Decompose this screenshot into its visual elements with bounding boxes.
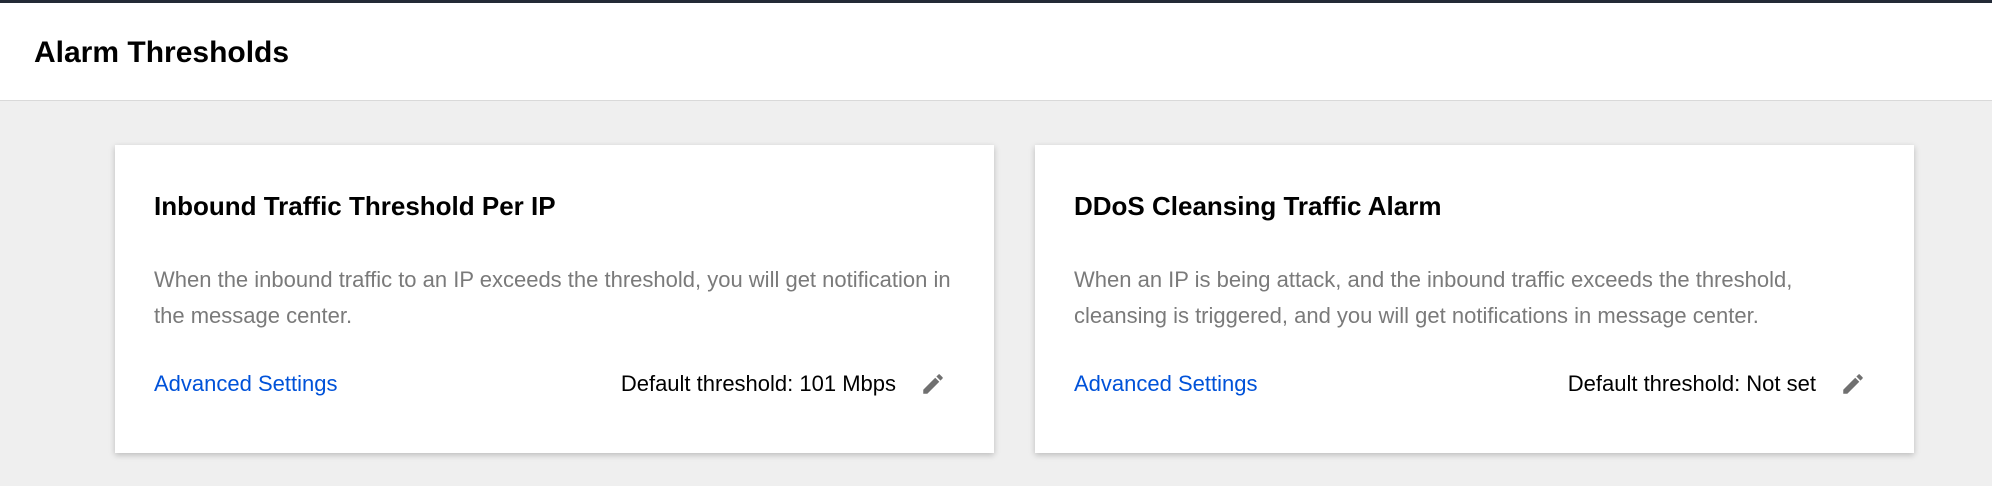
pencil-icon[interactable] — [920, 371, 946, 397]
advanced-settings-link[interactable]: Advanced Settings — [1074, 367, 1257, 401]
pencil-icon[interactable] — [1840, 371, 1866, 397]
page-title: Alarm Thresholds — [34, 36, 290, 69]
threshold-value: Default threshold: 101 Mbps — [620, 371, 896, 396]
card-description: When an IP is being attack, and the inbo… — [1074, 267, 1793, 328]
threshold-group: Default threshold: 101 Mbps — [621, 367, 946, 401]
threshold-value: Default threshold: Not set — [1567, 371, 1816, 396]
card-footer: Advanced Settings Default threshold: Not… — [1074, 367, 1866, 401]
threshold-group: Default threshold: Not set — [1568, 367, 1866, 401]
ddos-cleansing-alarm-card: DDoS Cleansing Traffic Alarm When an IP … — [1035, 145, 1914, 453]
inbound-traffic-threshold-card: Inbound Traffic Threshold Per IP When th… — [115, 145, 994, 453]
card-title: Inbound Traffic Threshold Per IP — [154, 191, 556, 221]
page-header: Alarm Thresholds — [0, 3, 1992, 101]
advanced-settings-link[interactable]: Advanced Settings — [154, 367, 337, 401]
card-title: DDoS Cleansing Traffic Alarm — [1074, 191, 1442, 221]
card-description: When the inbound traffic to an IP exceed… — [154, 267, 951, 328]
card-footer: Advanced Settings Default threshold: 101… — [154, 367, 946, 401]
